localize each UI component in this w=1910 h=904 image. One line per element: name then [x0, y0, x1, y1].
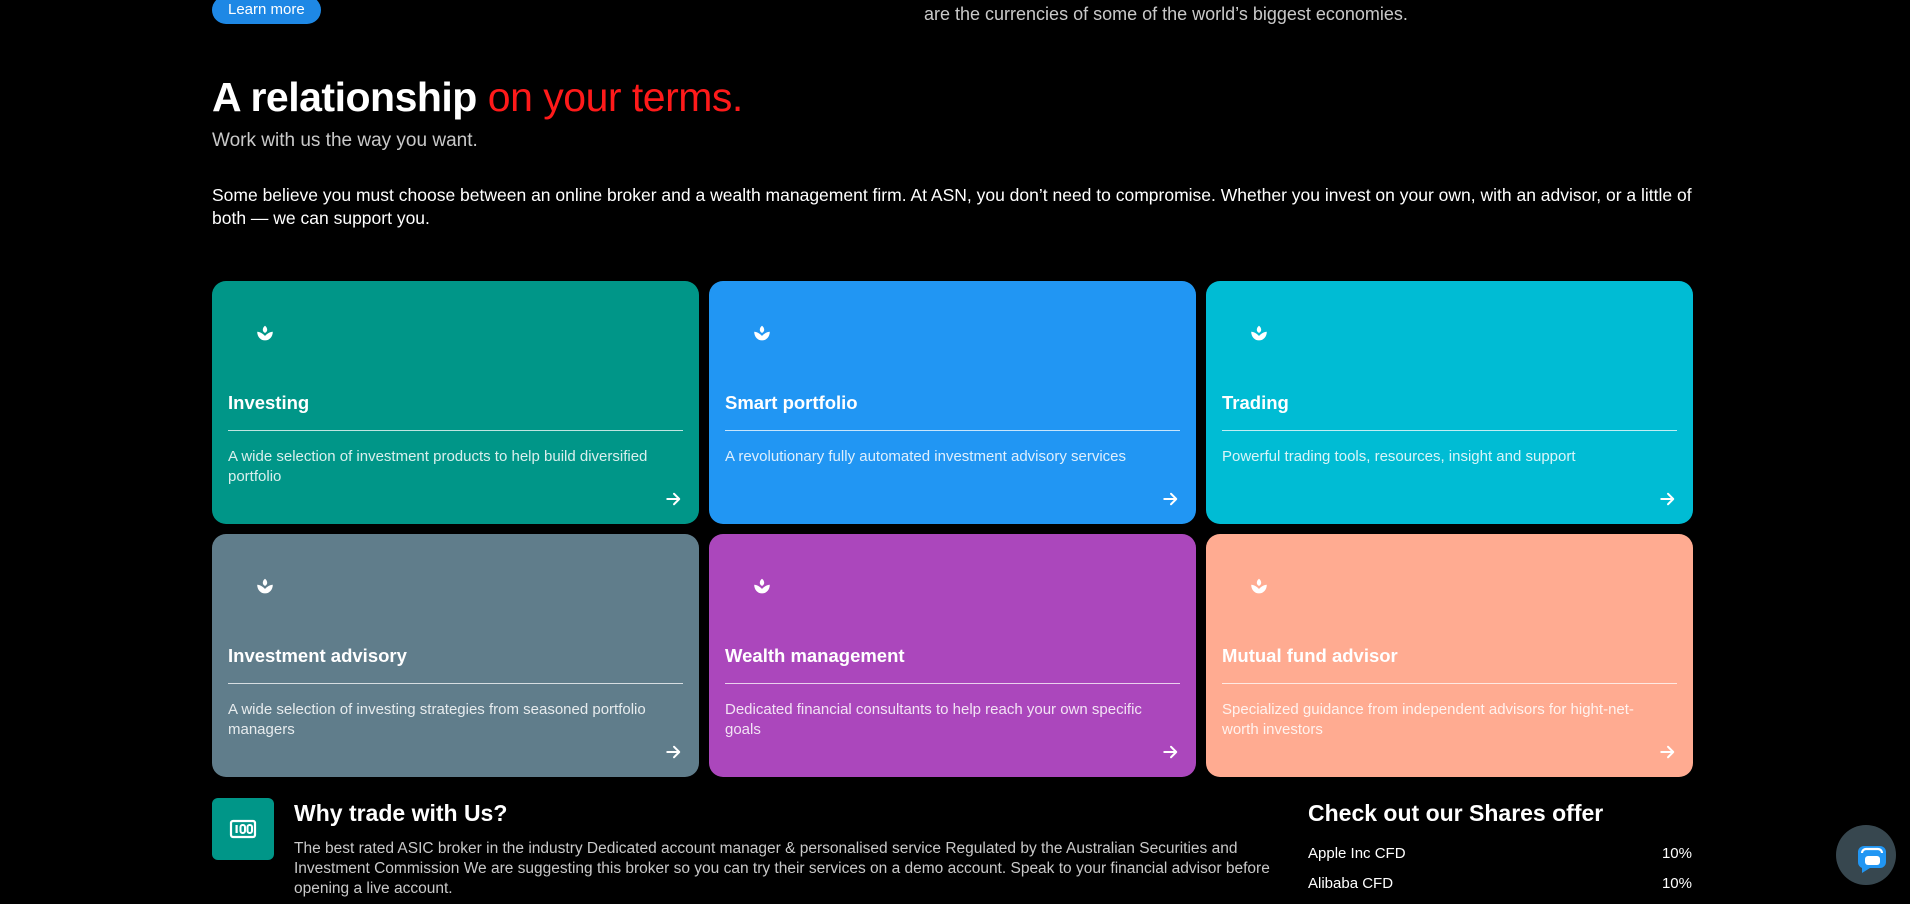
arrow-right-icon[interactable]	[1162, 743, 1180, 761]
chat-icon	[1857, 846, 1886, 873]
card-description: A wide selection of investment products …	[228, 448, 648, 485]
sprout-icon	[257, 325, 273, 341]
list-item[interactable]: Alibaba CFD 10%	[1308, 874, 1692, 904]
sprout-icon	[257, 578, 273, 594]
card-divider	[725, 430, 1180, 431]
card-divider	[228, 430, 683, 431]
card-mutual-fund-advisor[interactable]: Mutual fund advisor Specialized guidance…	[1206, 534, 1693, 777]
list-item[interactable]: Apple Inc CFD 10%	[1308, 844, 1692, 874]
shares-offer-list: Apple Inc CFD 10% Alibaba CFD 10%	[1308, 844, 1692, 904]
section-subtitle: Work with us the way you want.	[212, 130, 478, 151]
sprout-icon	[1251, 578, 1267, 594]
cash-icon	[229, 819, 257, 839]
sprout-icon	[754, 578, 770, 594]
card-title: Investment advisory	[228, 645, 407, 666]
share-name: Alibaba CFD	[1308, 875, 1394, 892]
title-accent: on your terms.	[487, 74, 744, 120]
card-wealth-management[interactable]: Wealth management Dedicated financial co…	[709, 534, 1196, 777]
card-investing[interactable]: Investing A wide selection of investment…	[212, 281, 699, 524]
arrow-right-icon[interactable]	[665, 743, 683, 761]
card-title: Investing	[228, 392, 310, 413]
arrow-right-icon[interactable]	[1659, 743, 1677, 761]
title-main: A relationship	[212, 74, 477, 120]
card-title: Wealth management	[725, 645, 905, 666]
card-title: Trading	[1222, 392, 1289, 413]
why-trade-text: The best rated ASIC broker in the indust…	[294, 840, 1270, 897]
card-description: Dedicated financial consultants to help …	[725, 701, 1142, 738]
service-cards: Investing A wide selection of investment…	[212, 281, 1693, 777]
arrow-right-icon[interactable]	[1162, 490, 1180, 508]
card-divider	[1222, 683, 1677, 684]
arrow-right-icon[interactable]	[665, 490, 683, 508]
why-trade-title: Why trade with Us?	[294, 800, 508, 826]
sprout-icon	[754, 325, 770, 341]
sprout-icon	[1251, 325, 1267, 341]
share-value: 10%	[1661, 875, 1692, 892]
card-smart-portfolio[interactable]: Smart portfolio A revolutionary fully au…	[709, 281, 1196, 524]
card-description: Powerful trading tools, resources, insig…	[1222, 448, 1576, 465]
card-title: Mutual fund advisor	[1222, 645, 1398, 666]
chat-button[interactable]	[1836, 825, 1896, 885]
card-trading[interactable]: Trading Powerful trading tools, resource…	[1206, 281, 1693, 524]
why-section-icon-box	[212, 798, 274, 860]
card-divider	[228, 683, 683, 684]
share-value: 10%	[1661, 845, 1692, 862]
currencies-text: are the currencies of some of the world’…	[924, 4, 1408, 24]
intro-paragraph: Some believe you must choose between an …	[212, 185, 1692, 228]
card-divider	[725, 683, 1180, 684]
card-description: A wide selection of investing strategies…	[228, 701, 646, 738]
learn-more-button[interactable]: Learn more	[212, 0, 321, 24]
share-name: Apple Inc CFD	[1308, 845, 1406, 862]
card-description: A revolutionary fully automated investme…	[725, 448, 1127, 465]
card-description: Specialized guidance from independent ad…	[1222, 701, 1634, 738]
card-divider	[1222, 430, 1677, 431]
card-title: Smart portfolio	[725, 392, 858, 413]
card-investment-advisory[interactable]: Investment advisory A wide selection of …	[212, 534, 699, 777]
section-title: A relationship on your terms.	[212, 74, 743, 121]
arrow-right-icon[interactable]	[1659, 490, 1677, 508]
shares-offer-title: Check out our Shares offer	[1308, 800, 1604, 826]
